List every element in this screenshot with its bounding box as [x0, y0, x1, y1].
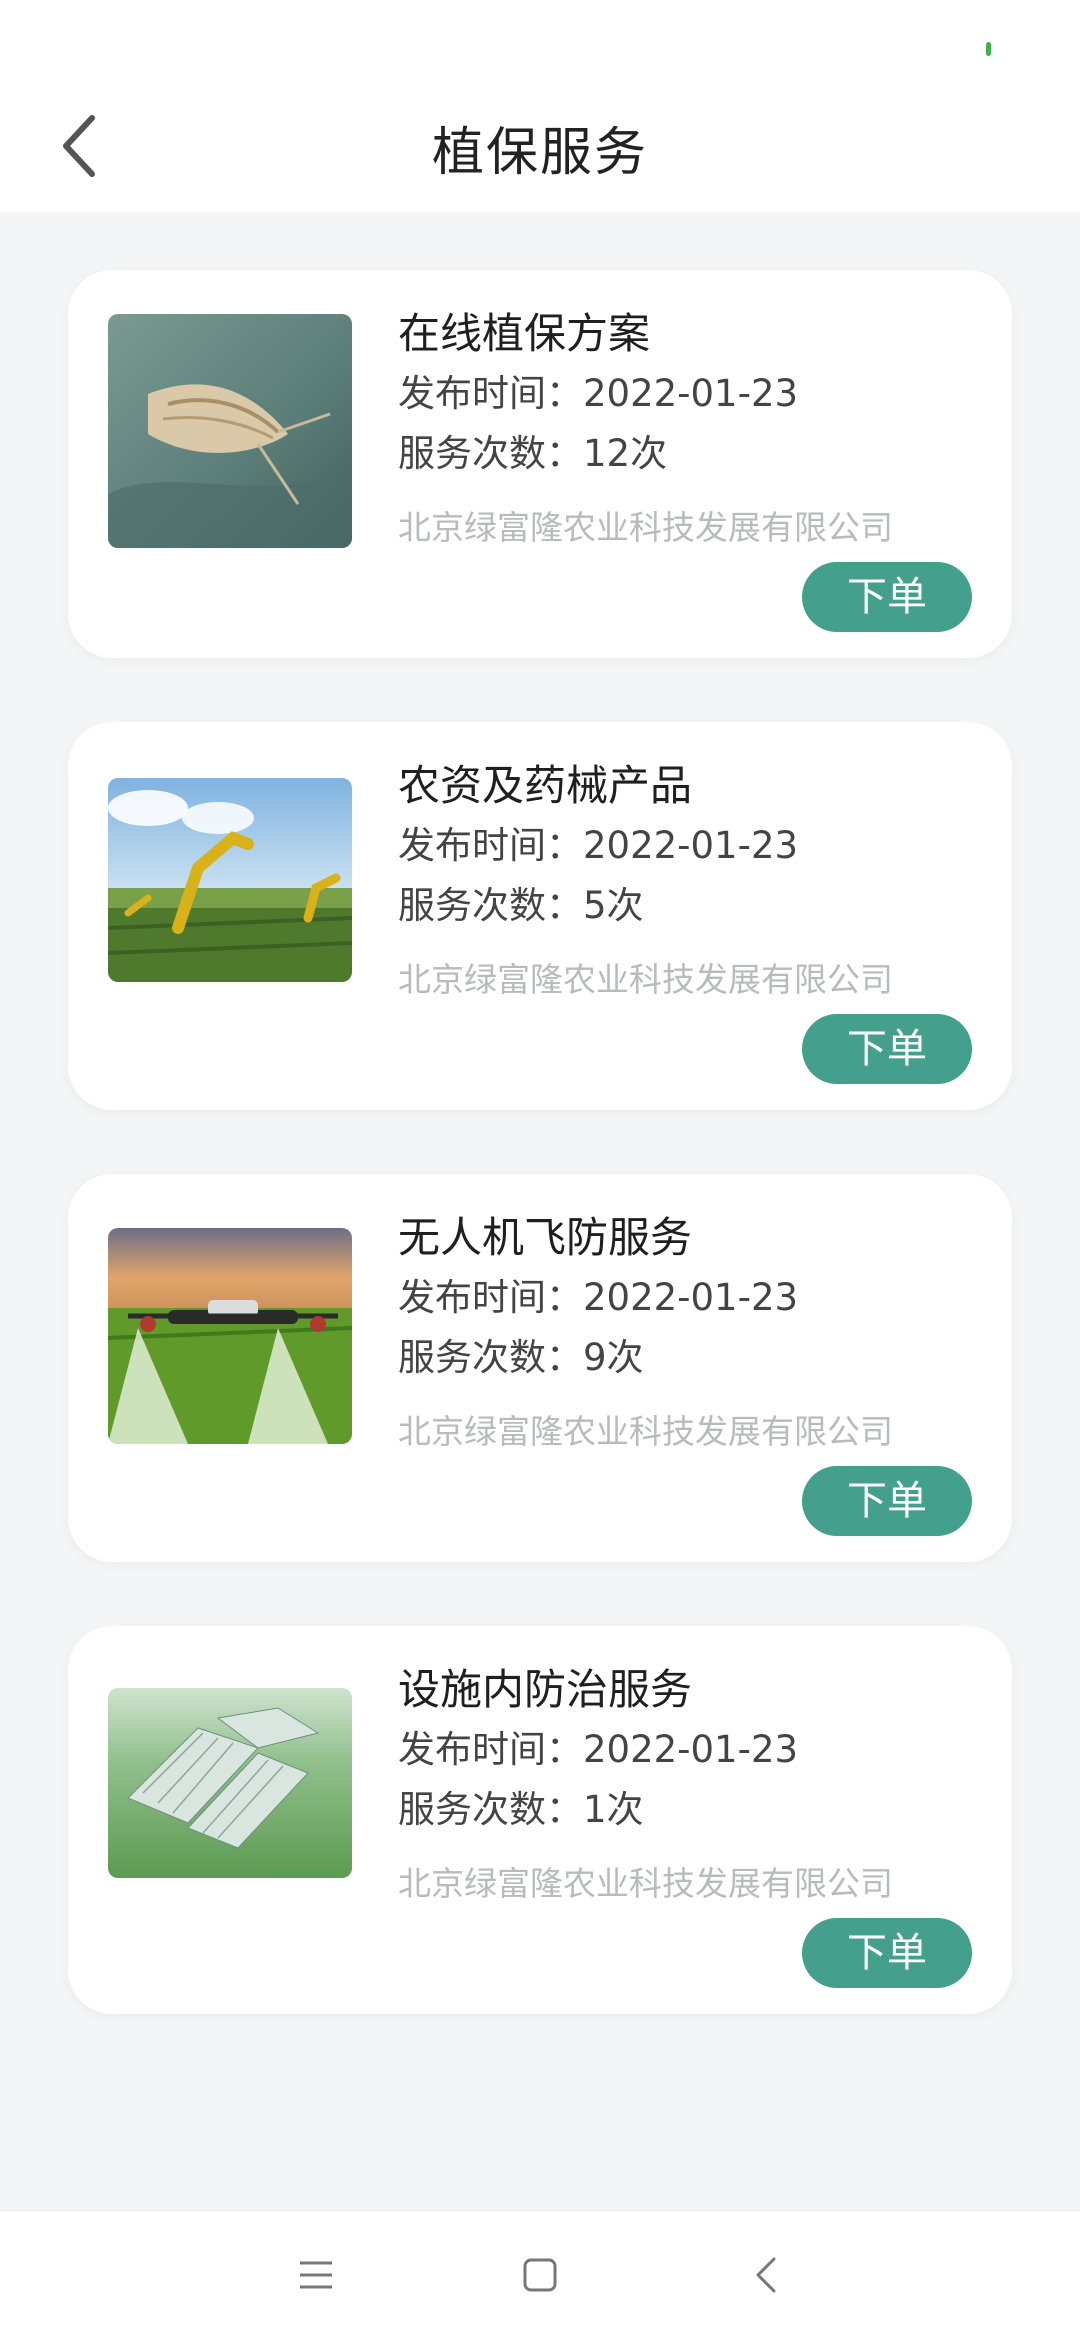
card-title: 设施内防治服务	[398, 1665, 693, 1714]
card-info: 在线植保方案 发布时间：2022-01-23 服务次数：12次 北京绿富隆农业科…	[398, 304, 982, 558]
company-name: 北京绿富隆农业科技发展有限公司	[398, 1412, 893, 1451]
status-indicator	[986, 42, 991, 56]
system-nav-bar	[0, 2210, 1080, 2340]
publish-date: 发布时间：2022-01-23	[398, 1728, 799, 1771]
company-name: 北京绿富隆农业科技发展有限公司	[398, 1864, 893, 1903]
card-info: 农资及药械产品 发布时间：2022-01-23 服务次数：5次 北京绿富隆农业科…	[398, 756, 982, 1010]
farm-robot-arms-photo	[108, 778, 352, 982]
service-card[interactable]: 无人机飞防服务 发布时间：2022-01-23 服务次数：9次 北京绿富隆农业科…	[68, 1174, 1012, 1562]
spraying-drone-photo	[108, 1228, 352, 1444]
card-title: 在线植保方案	[398, 309, 651, 358]
page-title: 植保服务	[431, 123, 648, 183]
card-title: 农资及药械产品	[398, 761, 693, 810]
company-name: 北京绿富隆农业科技发展有限公司	[398, 960, 893, 999]
card-info: 无人机飞防服务 发布时间：2022-01-23 服务次数：9次 北京绿富隆农业科…	[398, 1208, 982, 1462]
status-bar	[0, 0, 1080, 80]
service-count: 服务次数：1次	[398, 1788, 644, 1831]
company-name: 北京绿富隆农业科技发展有限公司	[398, 508, 893, 547]
moth-photo	[108, 314, 352, 548]
order-button[interactable]: 下单	[802, 562, 972, 632]
service-card[interactable]: 在线植保方案 发布时间：2022-01-23 服务次数：12次 北京绿富隆农业科…	[68, 270, 1012, 658]
back-chevron-icon[interactable]	[738, 2245, 798, 2305]
order-button[interactable]: 下单	[802, 1918, 972, 1988]
order-button[interactable]: 下单	[802, 1014, 972, 1084]
service-card[interactable]: 农资及药械产品 发布时间：2022-01-23 服务次数：5次 北京绿富隆农业科…	[68, 722, 1012, 1110]
publish-date: 发布时间：2022-01-23	[398, 372, 799, 415]
service-count: 服务次数：9次	[398, 1336, 644, 1379]
order-button[interactable]: 下单	[802, 1466, 972, 1536]
service-count: 服务次数：5次	[398, 884, 644, 927]
service-count: 服务次数：12次	[398, 432, 668, 475]
app-header: 植保服务	[0, 80, 1080, 212]
greenhouse-aerial-photo	[108, 1688, 352, 1878]
home-square-icon[interactable]	[510, 2245, 570, 2305]
card-info: 设施内防治服务 发布时间：2022-01-23 服务次数：1次 北京绿富隆农业科…	[398, 1660, 982, 1914]
publish-date: 发布时间：2022-01-23	[398, 1276, 799, 1319]
service-card[interactable]: 设施内防治服务 发布时间：2022-01-23 服务次数：1次 北京绿富隆农业科…	[68, 1626, 1012, 2014]
card-title: 无人机飞防服务	[398, 1213, 693, 1262]
menu-icon[interactable]	[286, 2245, 346, 2305]
publish-date: 发布时间：2022-01-23	[398, 824, 799, 867]
